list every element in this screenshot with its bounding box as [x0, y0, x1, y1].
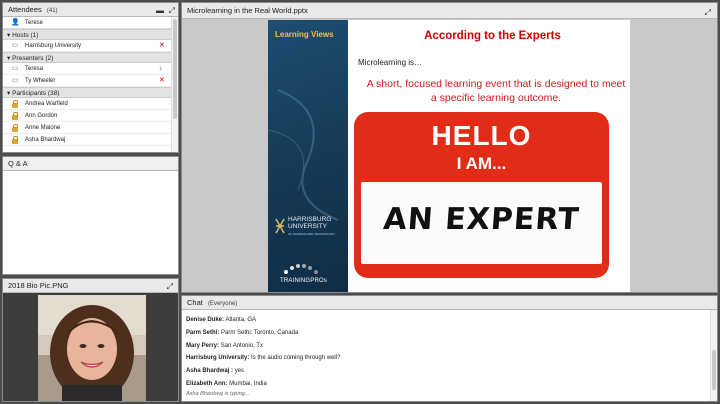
attendees-title: Attendees [8, 5, 42, 14]
chat-messages: Denise Duke: Atlanta, GA Parm Sethi: Par… [186, 314, 705, 391]
mic-muted-icon[interactable]: ✕ [159, 42, 166, 50]
lock-icon [12, 100, 18, 108]
list-item[interactable]: Andrea Warfield [3, 98, 178, 110]
chat-text: Is the audio coming through well? [251, 355, 341, 362]
slide: Learning Views HARRISBURG UNIVERSITY OF … [268, 20, 630, 292]
tag-name-area: AN EXPERT [361, 182, 602, 264]
trainingpros-logo-icon [284, 264, 318, 274]
presenter-icon: ▭ [11, 65, 19, 72]
list-item[interactable]: ▭ Harrisburg University ✕ [3, 40, 178, 52]
typing-indicator: Asha Bhardwaj is typing... [186, 391, 250, 397]
bio-pic-panel: 2018 Bio Pic.PNG ⤢ [2, 278, 179, 402]
presenters-label: Presenters (2) [12, 55, 54, 62]
university-name: HARRISBURG UNIVERSITY OF SCIENCE AND TEC… [288, 216, 335, 238]
expand-icon[interactable]: ⤢ [169, 4, 175, 17]
chat-scrollbar[interactable] [710, 310, 717, 401]
brand-label: Learning Views [275, 30, 334, 39]
chat-title: Chat [187, 298, 203, 307]
chat-sender: Parm Sethi: [186, 329, 220, 336]
hello-name-tag: HELLO I AM... AN EXPERT [354, 112, 609, 278]
lock-icon [12, 112, 18, 120]
hosts-label: Hosts (1) [12, 32, 39, 39]
hosts-section[interactable]: ▾ Hosts (1) [3, 29, 178, 40]
presenter-icon: ▭ [11, 42, 19, 49]
presenter-icon: ▭ [11, 77, 19, 84]
attendees-count: (41) [46, 8, 58, 14]
chat-text: yes [234, 368, 245, 375]
tag-name: AN EXPERT [382, 202, 581, 237]
chat-message: Asha Bhardwaj : yes [186, 365, 705, 378]
bio-photo [3, 293, 178, 401]
chat-message: Mary Perry: San Antonio, Tx [186, 340, 705, 353]
list-item[interactable]: Anne Malone [3, 122, 178, 134]
presenters-section[interactable]: ▾ Presenters (2) [3, 52, 178, 63]
qa-title: Q & A [8, 159, 28, 168]
participant-name: Anne Malone [25, 125, 61, 131]
harrisburg-logo-icon [275, 218, 285, 234]
university-line2: UNIVERSITY [288, 223, 328, 230]
qa-panel: Q & A [2, 156, 179, 275]
presentation-title: Microlearning in the Real World.pptx [187, 6, 308, 15]
slide-intro: Microlearning is… [358, 58, 423, 67]
participants-section[interactable]: ▾ Participants (38) [3, 87, 178, 98]
chat-scope: (Everyone) [207, 301, 238, 307]
expand-icon[interactable]: ⤢ [167, 280, 173, 293]
minimize-icon[interactable]: ▬ [156, 4, 164, 17]
presenter-name: Teresa [25, 66, 44, 72]
chat-sender: Elizabeth Ann: [186, 380, 228, 387]
chat-message: Elizabeth Ann: Mumbai, India [186, 378, 705, 391]
chat-header: Chat (Everyone) [182, 296, 717, 310]
participants-label: Participants (38) [12, 90, 60, 97]
lock-icon [12, 136, 18, 144]
attendees-panel: Attendees (41) ▬ ⤢ 👤 Terese ▾ Hosts (1) … [2, 2, 179, 153]
chat-sender: Asha Bhardwaj : [186, 368, 234, 375]
list-item[interactable]: ▭ Teresa ♪ [3, 63, 178, 75]
user-icon: 👤 [11, 19, 20, 26]
fullscreen-icon[interactable]: ⤢ [705, 5, 711, 21]
slide-quote: A short, focused learning event that is … [366, 78, 626, 104]
participant-name: Asha Bhardwaj [25, 137, 66, 143]
participant-name: Ann Gordon [25, 113, 58, 119]
chat-text: Atlanta, GA [225, 317, 257, 323]
mic-muted-icon[interactable]: ✕ [159, 77, 166, 85]
host-name: Harrisburg University [25, 43, 82, 49]
tag-iam: I AM... [456, 154, 507, 173]
presenter-name: Ty Wheeler [25, 78, 56, 84]
slide-heading: According to the Experts [424, 30, 561, 42]
tag-hello: HELLO [431, 120, 532, 151]
bio-pic-header: 2018 Bio Pic.PNG ⤢ [3, 279, 178, 293]
university-line1: HARRISBURG [288, 216, 332, 223]
lock-icon [12, 124, 18, 132]
list-item[interactable]: Asha Bhardwaj [3, 134, 178, 146]
slide-sidebar: Learning Views HARRISBURG UNIVERSITY OF … [268, 20, 348, 292]
chat-panel: Chat (Everyone) Denise Duke: Atlanta, GA… [181, 295, 718, 402]
chat-text: Parm Sethi: Toronto, Canada [221, 329, 299, 336]
chat-sender: Mary Perry: [186, 342, 220, 349]
bio-pic-title: 2018 Bio Pic.PNG [8, 281, 69, 290]
chat-text: Mumbai, India [229, 380, 267, 387]
qa-header: Q & A [3, 157, 178, 171]
list-item[interactable]: Ann Gordon [3, 110, 178, 122]
chat-text: San Antonio, Tx [220, 342, 263, 349]
participant-name: Andrea Warfield [25, 101, 68, 107]
attendee-name: Terese [25, 20, 44, 26]
chat-message: Parm Sethi: Parm Sethi: Toronto, Canada [186, 327, 705, 340]
presentation-header: Microlearning in the Real World.pptx ⤢ [182, 3, 717, 19]
chat-message: Denise Duke: Atlanta, GA [186, 314, 705, 327]
list-item[interactable]: ▭ Ty Wheeler ✕ [3, 75, 178, 87]
bio-photo-image [38, 295, 146, 401]
mic-icon[interactable]: ♪ [159, 65, 166, 73]
swirl-decoration [268, 89, 339, 221]
chat-sender: Denise Duke: [186, 317, 225, 323]
chat-message: Harrisburg University: Is the audio comi… [186, 352, 705, 365]
chat-sender: Harrisburg University: [186, 355, 250, 362]
attendees-header: Attendees (41) ▬ ⤢ [3, 3, 178, 17]
scrollbar-thumb[interactable] [173, 19, 177, 119]
scrollbar-thumb[interactable] [712, 350, 716, 390]
university-sub: OF SCIENCE AND TECHNOLOGY [288, 232, 336, 236]
attendee-me[interactable]: 👤 Terese [3, 17, 178, 29]
attendees-scrollbar[interactable] [171, 17, 178, 152]
trainingpros-label: TRAININGPROs [280, 278, 328, 284]
